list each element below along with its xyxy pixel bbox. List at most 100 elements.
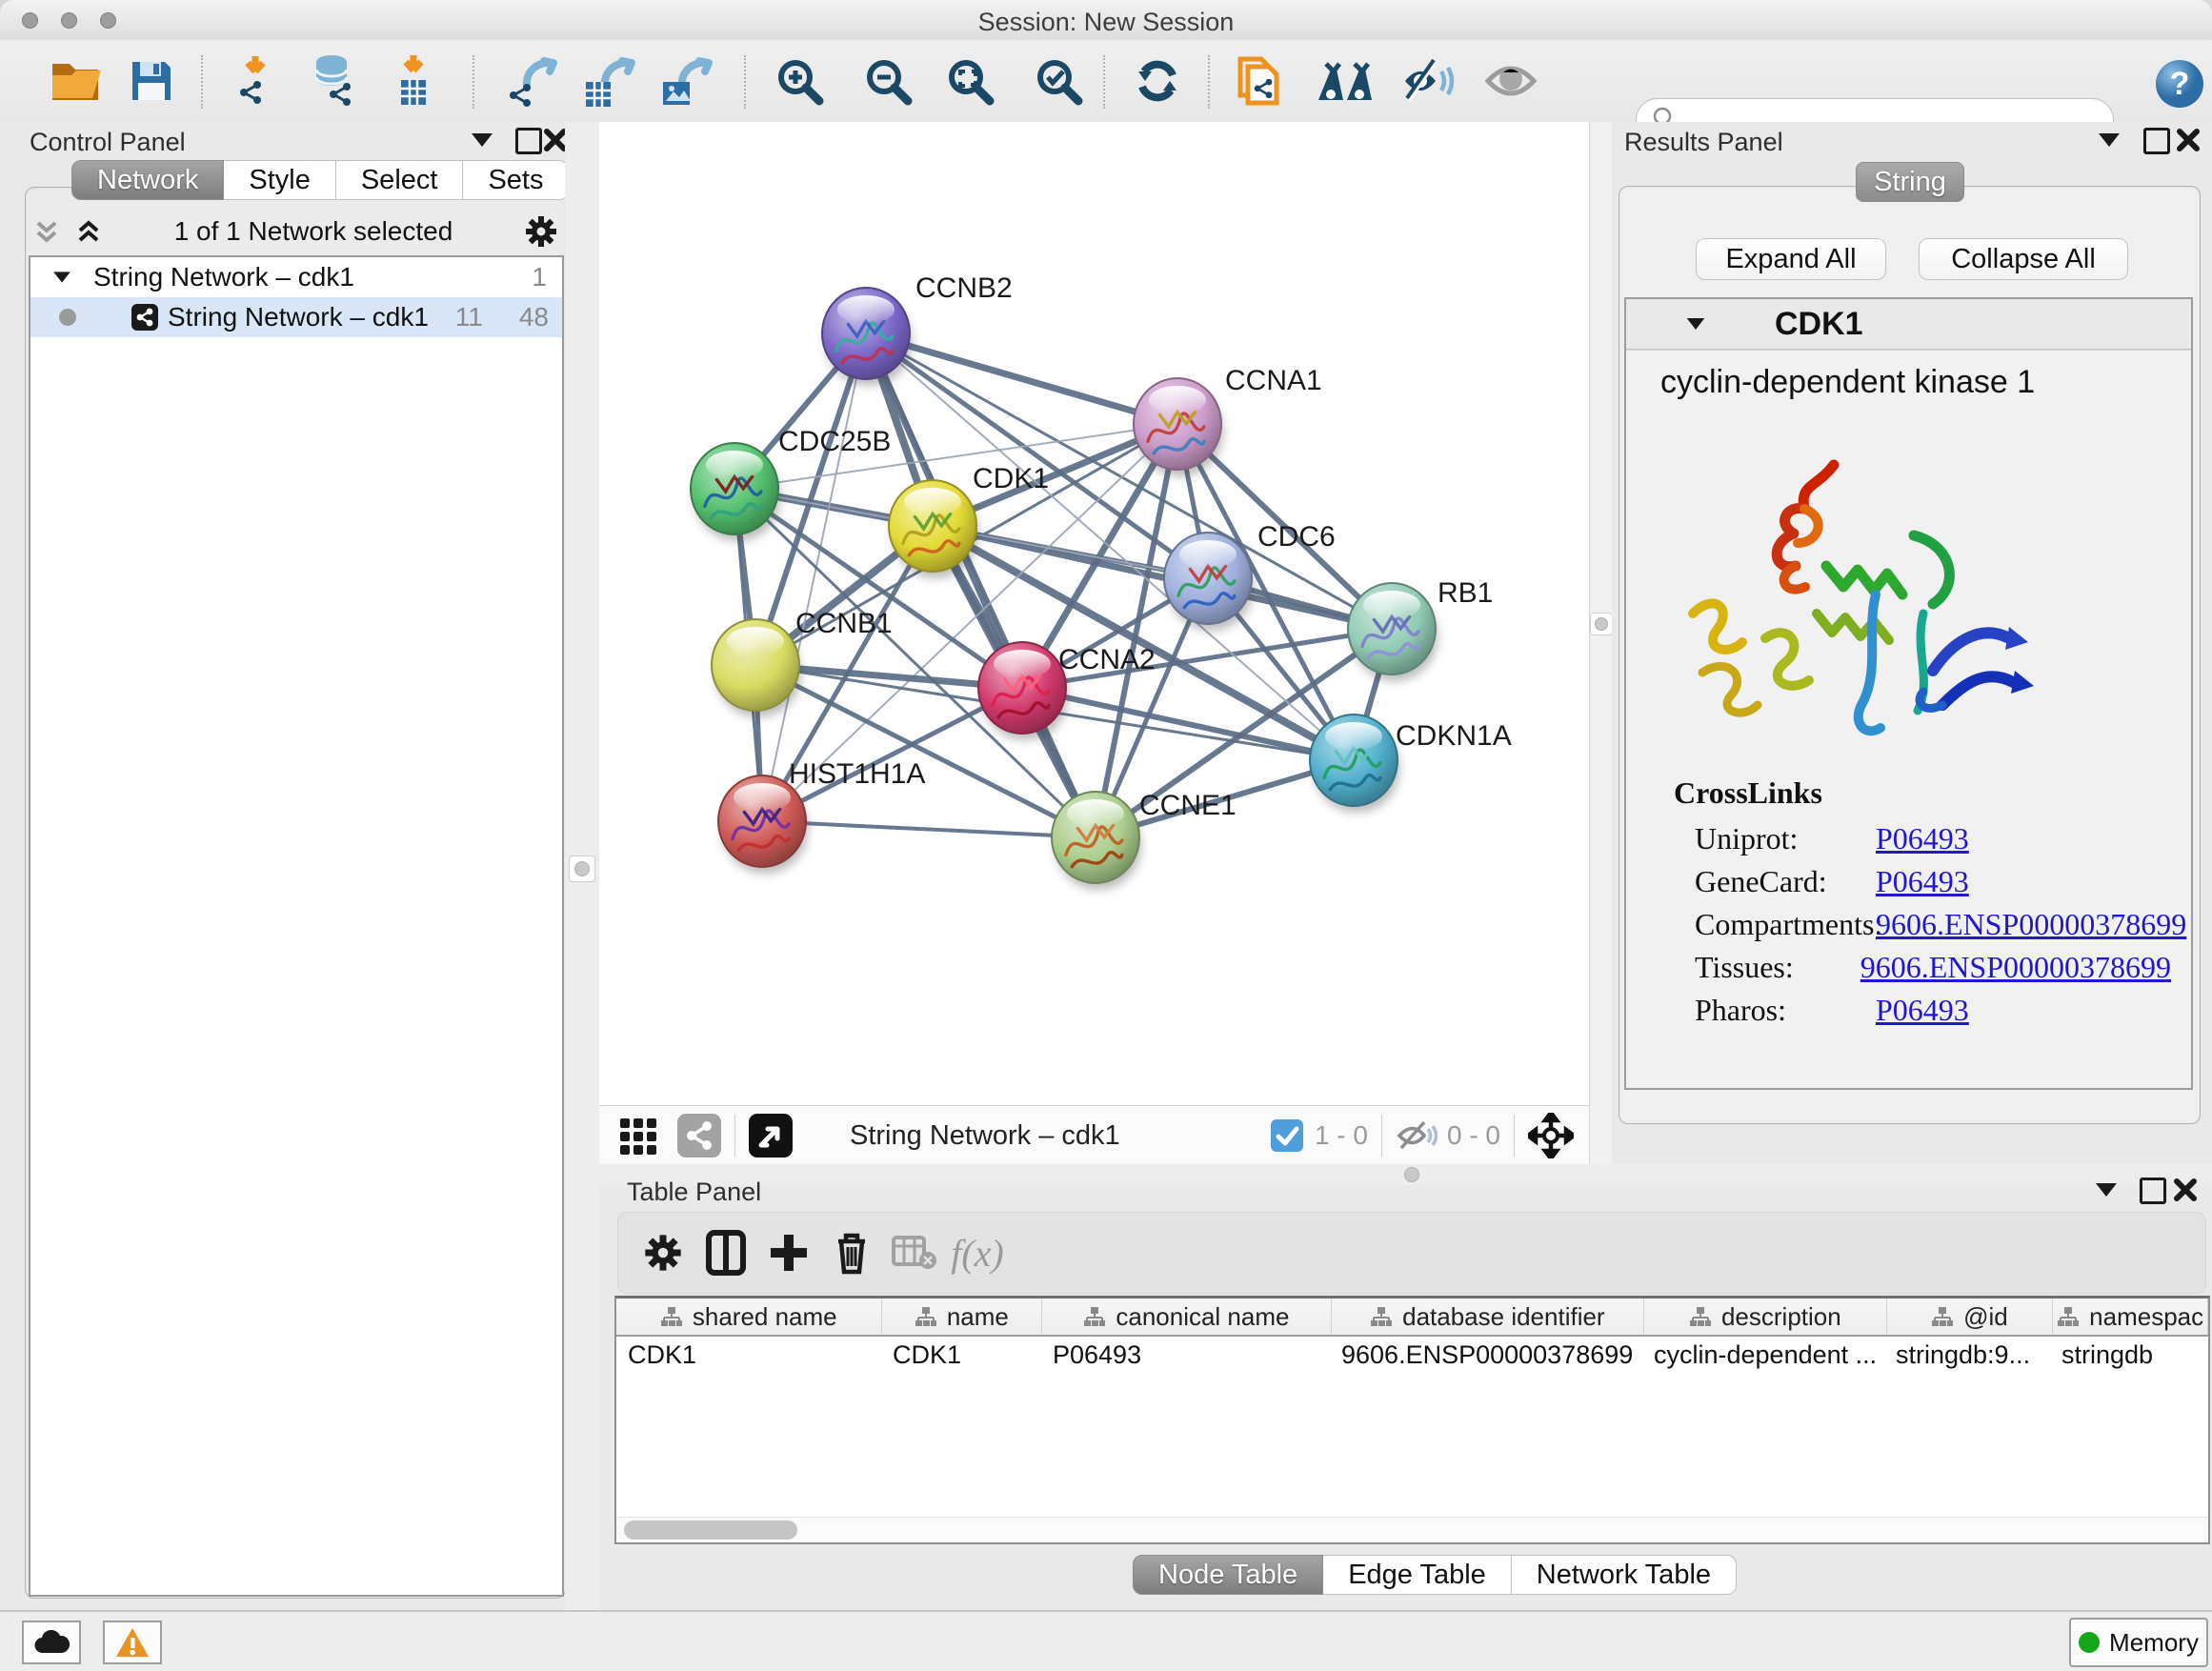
memory-button[interactable]: Memory — [2069, 1618, 2208, 1667]
delete-table-icon — [883, 1234, 946, 1272]
node-HIST1H1A[interactable]: HIST1H1A — [718, 758, 925, 874]
tab-sets[interactable]: Sets — [463, 160, 569, 200]
splitter-handle[interactable] — [1590, 613, 1613, 635]
tab-select[interactable]: Select — [336, 160, 464, 200]
network-selection-row: 1 of 1 Network selected — [32, 210, 558, 253]
table-type-tabs: Node TableEdge TableNetwork Table — [1133, 1555, 1737, 1595]
edge-CCNB2-HIST1H1A[interactable] — [762, 333, 866, 821]
help-button[interactable]: ? — [2149, 53, 2210, 114]
export-network-icon[interactable] — [502, 50, 563, 111]
collapse-all-button[interactable]: Collapse All — [1919, 238, 2128, 280]
zoom-out-icon[interactable] — [857, 50, 918, 111]
column-header-name[interactable]: name — [882, 1299, 1043, 1335]
cdk1-section-header[interactable]: CDK1 — [1626, 299, 2191, 350]
node-CCNE1[interactable]: CCNE1 — [1052, 790, 1237, 890]
hide-selected-icon[interactable] — [1398, 50, 1458, 111]
node-CDC25B[interactable]: CDC25B — [691, 426, 891, 541]
hidden-items-eye-icon — [1396, 1117, 1438, 1154]
crosslink-link[interactable]: 9606.ENSP00000378699 — [1860, 950, 2171, 984]
import-table-icon[interactable] — [383, 50, 444, 111]
pan-crosshair-icon[interactable] — [1528, 1113, 1574, 1158]
table-settings-gear-icon[interactable] — [632, 1233, 694, 1273]
control-panel-menu-icon[interactable] — [472, 133, 493, 147]
node-CDKN1A[interactable]: CDKN1A — [1310, 715, 1512, 813]
table-horizontal-scrollbar[interactable] — [616, 1517, 2208, 1542]
scrollbar-thumb[interactable] — [624, 1520, 797, 1540]
column-header-database-identifier[interactable]: database identifier — [1332, 1299, 1644, 1335]
section-collapse-icon[interactable] — [1687, 318, 1705, 330]
edge-HIST1H1A-CCNE1[interactable] — [762, 821, 1096, 837]
results-tab-string[interactable]: String — [1856, 162, 1964, 202]
collapse-all-icon[interactable] — [32, 217, 61, 246]
crosslink-link[interactable]: P06493 — [1876, 821, 1969, 856]
control-panel-title: Control Panel — [30, 128, 186, 157]
toolbar-separator — [473, 55, 474, 109]
open-in-new-window-icon[interactable] — [749, 1114, 793, 1158]
column-header-namespac[interactable]: namespac — [2053, 1299, 2208, 1335]
node-CDC6[interactable]: CDC6 — [1164, 521, 1336, 631]
edge-CCNB2-CCNA1[interactable] — [866, 333, 1177, 424]
crosslink-link[interactable]: P06493 — [1876, 864, 1969, 898]
network-tree-child-row[interactable]: String Network – cdk1 11 48 — [30, 297, 562, 337]
export-table-icon[interactable] — [580, 50, 641, 111]
grid-view-icon[interactable] — [616, 1113, 662, 1158]
splitter-handle[interactable] — [1404, 1167, 1419, 1182]
crosslink-label: Pharos: — [1695, 993, 1876, 1028]
zoom-fit-icon[interactable] — [939, 50, 1000, 111]
network-options-gear-icon[interactable] — [524, 214, 558, 249]
expand-all-icon[interactable] — [74, 217, 103, 246]
tab-network-table[interactable]: Network Table — [1512, 1555, 1737, 1595]
zoom-selected-icon[interactable] — [1028, 50, 1089, 111]
node-CCNA1[interactable]: CCNA1 — [1134, 365, 1322, 476]
table-panel-float-icon[interactable] — [2140, 1178, 2166, 1204]
node-CCNB1[interactable]: CCNB1 — [712, 608, 893, 717]
table-panel-menu-icon[interactable] — [2096, 1183, 2117, 1197]
crosslink-link[interactable]: P06493 — [1876, 993, 1969, 1027]
tab-node-table[interactable]: Node Table — [1133, 1555, 1323, 1595]
show-columns-icon[interactable] — [694, 1229, 757, 1277]
selected-checkbox-icon[interactable] — [1271, 1119, 1303, 1152]
column-header-shared-name[interactable]: shared name — [616, 1299, 882, 1335]
splitter-handle[interactable] — [569, 856, 595, 882]
save-session-icon[interactable] — [121, 50, 182, 111]
network-scroll-strip[interactable] — [1589, 122, 1613, 1164]
network-canvas[interactable]: CCNB2CCNA1CDC25BCDK1CDC6RB1CCNB1CCNA2CDK… — [599, 122, 1589, 1105]
window-title: Session: New Session — [0, 8, 2212, 37]
node-RB1[interactable]: RB1 — [1348, 577, 1493, 681]
column-header-@id[interactable]: @id — [1887, 1299, 2054, 1335]
find-network-icon[interactable] — [1315, 50, 1376, 111]
tab-network[interactable]: Network — [71, 160, 224, 200]
divider — [734, 1115, 735, 1157]
results-panel-menu-icon[interactable] — [2099, 133, 2120, 147]
network-tree-root-row[interactable]: String Network – cdk1 1 — [30, 257, 562, 297]
table-row[interactable]: CDK1CDK1P064939606.ENSP00000378699cyclin… — [616, 1337, 2208, 1375]
delete-column-icon[interactable] — [820, 1230, 883, 1276]
import-network-file-icon[interactable] — [225, 50, 286, 111]
expand-all-button[interactable]: Expand All — [1696, 238, 1886, 280]
refresh-icon[interactable] — [1127, 50, 1188, 111]
crosslink-link[interactable]: 9606.ENSP00000378699 — [1876, 907, 2186, 941]
cloud-status-button[interactable] — [22, 1621, 81, 1664]
show-all-icon[interactable] — [1480, 50, 1541, 111]
results-panel-close-icon[interactable] — [2176, 128, 2201, 152]
control-panel-float-icon[interactable] — [515, 128, 542, 154]
zoom-in-icon[interactable] — [769, 50, 830, 111]
toolbar-separator — [1208, 55, 1210, 109]
table-panel-close-icon[interactable] — [2173, 1178, 2198, 1202]
horizontal-splitter[interactable] — [599, 1164, 2212, 1185]
results-panel-float-icon[interactable] — [2143, 128, 2170, 154]
import-network-database-icon[interactable] — [302, 50, 363, 111]
toolbar-separator — [201, 55, 203, 109]
column-header-canonical-name[interactable]: canonical name — [1042, 1299, 1331, 1335]
clone-network-icon[interactable] — [1230, 50, 1291, 111]
add-column-icon[interactable] — [757, 1231, 820, 1275]
warnings-button[interactable] — [103, 1621, 162, 1664]
left-splitter[interactable] — [565, 122, 599, 1610]
open-session-icon[interactable] — [46, 50, 107, 111]
tab-style[interactable]: Style — [224, 160, 335, 200]
column-header-description[interactable]: description — [1644, 1299, 1887, 1335]
export-image-icon[interactable] — [657, 50, 718, 111]
tree-expand-icon[interactable] — [53, 272, 70, 282]
network-view-share-icon[interactable] — [677, 1114, 721, 1158]
tab-edge-table[interactable]: Edge Table — [1323, 1555, 1512, 1595]
